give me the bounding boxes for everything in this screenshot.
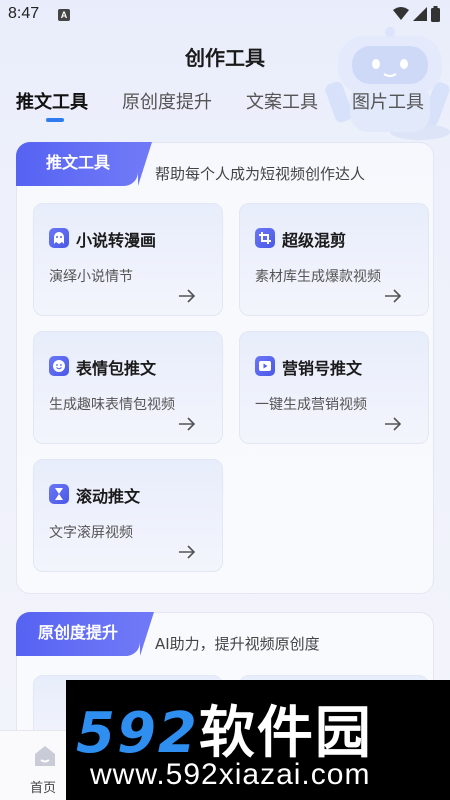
card-title: 超级混剪 [282,231,347,250]
ghost-icon [49,228,69,248]
arrow-right-icon [385,289,402,303]
watermark-logo-text: 软件园 [198,701,373,766]
card-subtitle: 生成趣味表情包视频 [49,397,175,413]
arrow-right-icon [179,417,196,431]
hourglass-icon [49,484,69,504]
card-novel-to-comic[interactable]: 小说转漫画 演绎小说情节 [33,203,223,316]
card-subtitle: 素材库生成爆款视频 [255,269,381,285]
notification-icon: A [58,9,70,21]
system-icons [393,6,440,22]
section-badge: 原创度提升 [16,612,154,656]
status-time: 8:47 [8,5,40,22]
nav-home-label: 首页 [30,781,57,796]
smiley-icon [49,356,69,376]
card-title: 小说转漫画 [76,231,157,250]
section-badge: 推文工具 [16,142,152,186]
robot-illustration [325,27,450,140]
watermark-logo-digits: 592 [76,701,199,766]
card-subtitle: 一键生成营销视频 [255,397,367,413]
tab-image-tools[interactable]: 图片工具 [352,88,424,114]
arrow-right-icon [179,289,196,303]
card-title: 滚动推文 [76,487,141,506]
crop-icon [255,228,275,248]
section-description: AI助力，提升视频原创度 [155,635,320,653]
section-tweet-tools: 推文工具 帮助每个人成为短视频创作达人 小说转漫画 演绎小说情节 超级混剪 素材… [16,142,434,594]
card-subtitle: 文字滚屏视频 [49,525,133,541]
card-title: 营销号推文 [282,359,363,378]
card-meme-tweet[interactable]: 表情包推文 生成趣味表情包视频 [33,331,223,444]
tab-copywriting[interactable]: 文案工具 [246,88,318,114]
wifi-icon [393,7,409,20]
tab-bar: 推文工具 原创度提升 文案工具 图片工具 [16,88,424,114]
arrow-right-icon [179,545,196,559]
card-title: 表情包推文 [76,359,157,378]
tab-tweet-tools[interactable]: 推文工具 [16,88,88,114]
signal-icon [413,7,427,21]
watermark: 592软件园 www.592xiazai.com [66,680,450,800]
home-icon [35,746,55,766]
card-super-remix[interactable]: 超级混剪 素材库生成爆款视频 [239,203,429,316]
arrow-right-icon [385,417,402,431]
card-marketing-tweet[interactable]: 营销号推文 一键生成营销视频 [239,331,429,444]
active-tab-indicator [46,118,64,122]
watermark-url: www.592xiazai.com [90,758,371,791]
play-icon [255,356,275,376]
section-description: 帮助每个人成为短视频创作达人 [155,165,366,183]
page-title: 创作工具 [185,46,265,70]
tab-originality[interactable]: 原创度提升 [122,88,212,114]
battery-icon [431,6,440,22]
card-subtitle: 演绎小说情节 [49,269,133,285]
watermark-logo: 592软件园 [76,688,373,769]
card-scroll-tweet[interactable]: 滚动推文 文字滚屏视频 [33,459,223,572]
